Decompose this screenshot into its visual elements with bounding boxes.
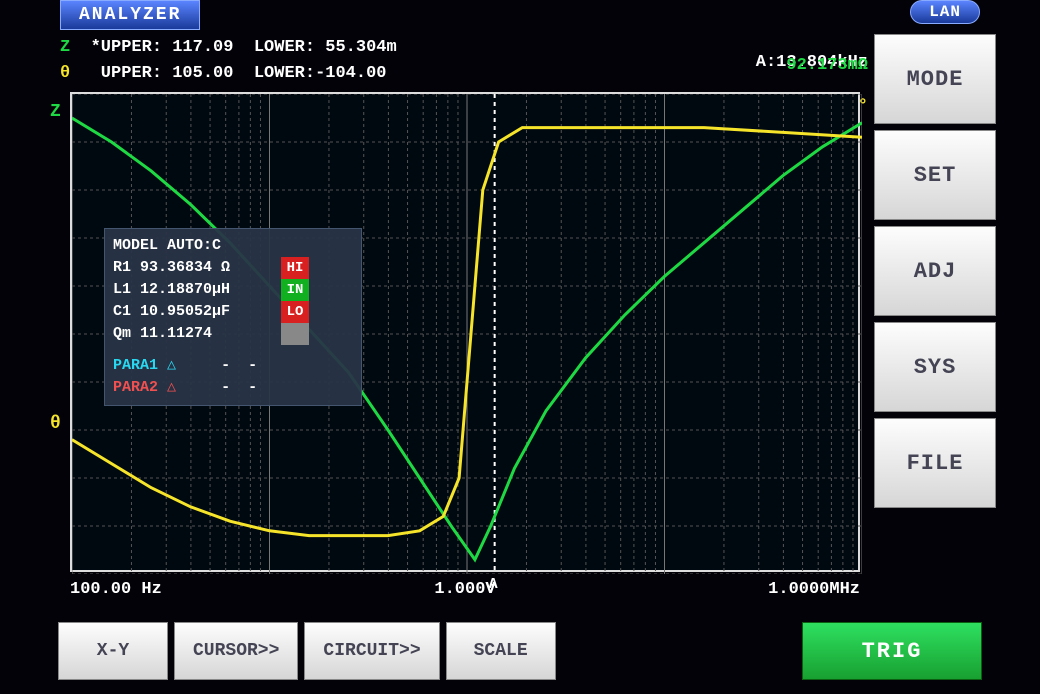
z-upper-value: 117.09 <box>172 38 233 57</box>
cursor-readout: A:13.804kHz 92.173mΩ 14.325 ° <box>715 34 868 100</box>
cursor-a-marker: A <box>489 576 498 593</box>
file-button[interactable]: FILE <box>874 418 996 508</box>
connection-badge: LAN <box>910 0 980 24</box>
model-param-row: L1 12.18870µH IN <box>113 279 353 301</box>
side-button-column: MODE SET ADJ SYS FILE <box>874 34 996 508</box>
triangle-icon: △ <box>167 377 176 399</box>
x-tick-end: 1.0000MHz <box>768 580 860 599</box>
trig-button[interactable]: TRIG <box>802 622 982 680</box>
model-param-row: Qm 11.11274 -- <box>113 323 353 345</box>
top-bar: ANALYZER LAN <box>0 0 1040 30</box>
z-upper-label: *UPPER: <box>91 38 162 57</box>
cursor-a-label: A: <box>756 53 776 72</box>
mode-button[interactable]: MODE <box>874 34 996 124</box>
triangle-icon: △ <box>167 355 176 377</box>
z-axis-letter: Z <box>60 38 70 57</box>
status-tag: LO <box>281 301 309 323</box>
theta-lower-label: LOWER: <box>254 64 315 83</box>
set-button[interactable]: SET <box>874 130 996 220</box>
y-axis-z-label: Z <box>50 102 61 122</box>
circuit-button[interactable]: CIRCUIT>> <box>304 622 439 680</box>
theta-lower-value: -104.00 <box>315 64 386 83</box>
mode-tab[interactable]: ANALYZER <box>60 0 200 30</box>
theta-upper-label: UPPER: <box>91 64 162 83</box>
para1-value: - - <box>221 355 257 377</box>
y-axis-theta-label: θ <box>50 414 61 434</box>
para2-value: - - <box>221 377 257 399</box>
model-param-row: C1 10.95052µF LO <box>113 301 353 323</box>
status-tag: -- <box>281 323 309 345</box>
model-info-box: MODEL AUTO:C R1 93.36834 Ω HIL1 12.18870… <box>104 228 362 406</box>
x-tick-mid: 1.000V <box>434 580 495 599</box>
model-param-row: R1 93.36834 Ω HI <box>113 257 353 279</box>
model-title: MODEL AUTO:C <box>113 235 353 257</box>
status-tag: IN <box>281 279 309 301</box>
xy-button[interactable]: X-Y <box>58 622 168 680</box>
z-lower-label: LOWER: <box>254 38 315 57</box>
scale-button[interactable]: SCALE <box>446 622 556 680</box>
status-tag: HI <box>281 257 309 279</box>
theta-upper-value: 105.00 <box>172 64 233 83</box>
z-lower-value: 55.304m <box>325 38 396 57</box>
theta-axis-letter: θ <box>60 64 70 83</box>
adj-button[interactable]: ADJ <box>874 226 996 316</box>
sys-button[interactable]: SYS <box>874 322 996 412</box>
para2-label: PARA2 <box>113 377 158 399</box>
x-tick-start: 100.00 Hz <box>70 580 162 599</box>
para1-label: PARA1 <box>113 355 158 377</box>
bottom-button-row: X-Y CURSOR>> CIRCUIT>> SCALE <box>58 622 556 680</box>
x-axis-ticks: 100.00 Hz 1.000V 1.0000MHz <box>70 580 860 599</box>
cursor-button[interactable]: CURSOR>> <box>174 622 298 680</box>
